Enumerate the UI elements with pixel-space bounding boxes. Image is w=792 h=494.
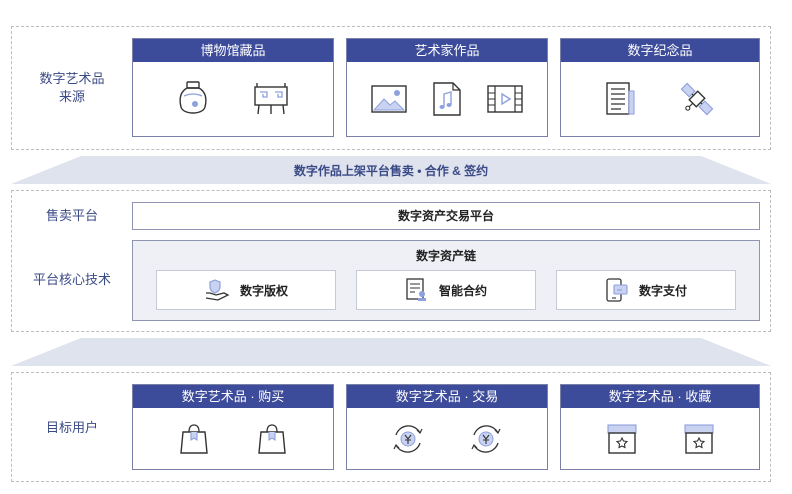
- core-tech-label: 平台核心技术: [32, 272, 111, 287]
- shopping-bag-icon: [258, 423, 286, 454]
- source-card-artist: 艺术家作品: [346, 38, 548, 137]
- platform-section: 售卖平台 平台核心技术 数字资产交易平台 数字资产链 数字版权 智能合约 数字支…: [11, 190, 771, 332]
- collection-box-icon: [606, 423, 637, 454]
- asset-chain-title: 数字资产链: [415, 249, 476, 263]
- yuan-exchange-icon: [393, 424, 423, 453]
- chain-item-label: 数字版权: [239, 283, 288, 298]
- mobile-payment-icon: [606, 278, 628, 302]
- card-title: 博物馆藏品: [133, 39, 333, 62]
- chain-item-contract: 智能合约: [356, 270, 536, 310]
- flow-band-text: 数字作品上架平台售卖 • 合作 & 签约: [293, 164, 489, 178]
- users-card-trade: 数字艺术品 · 交易: [346, 384, 548, 470]
- flow-band-top: 数字作品上架平台售卖 • 合作 & 签约: [11, 156, 771, 184]
- card-title: 数字艺术品 · 购买: [133, 385, 333, 408]
- card-title: 数字艺术品 · 收藏: [561, 385, 759, 408]
- chain-item-payment: 数字支付: [556, 270, 736, 310]
- source-label: 数字艺术品 来源: [39, 71, 105, 104]
- source-section: 数字艺术品 来源 博物馆藏品 艺术家作品 数字纪念品: [11, 26, 771, 150]
- document-icon: [606, 82, 635, 115]
- contract-stamp-icon: [406, 278, 426, 301]
- collection-box-icon: [683, 423, 714, 454]
- chain-item-copyright: 数字版权: [156, 270, 336, 310]
- hand-shield-icon: [205, 279, 230, 301]
- users-section: 目标用户 数字艺术品 · 购买 数字艺术品 · 交易 数字艺术品 · 收藏: [11, 372, 771, 482]
- users-card-buy: 数字艺术品 · 购买: [132, 384, 334, 470]
- source-card-souvenir: 数字纪念品: [560, 38, 760, 137]
- yuan-exchange-icon: [471, 424, 501, 453]
- video-film-icon: [486, 85, 523, 113]
- band-trapezoid: [11, 338, 771, 366]
- porcelain-jar-icon: [178, 81, 207, 114]
- shopping-bag-icon: [180, 423, 208, 454]
- bronze-ding-icon: [253, 83, 288, 115]
- chain-item-label: 数字支付: [638, 283, 687, 298]
- chain-item-label: 智能合约: [438, 283, 487, 298]
- card-title: 数字艺术品 · 交易: [347, 385, 547, 408]
- picture-icon: [371, 85, 408, 113]
- flow-band-bottom: [11, 338, 771, 366]
- sale-platform-label: 售卖平台: [45, 208, 98, 223]
- users-card-collect: 数字艺术品 · 收藏: [560, 384, 760, 470]
- source-card-museum: 博物馆藏品: [132, 38, 334, 137]
- asset-chain-box: 数字资产链 数字版权 智能合约 数字支付: [132, 240, 760, 321]
- trading-platform-bar: 数字资产交易平台: [132, 202, 760, 230]
- card-title: 艺术家作品: [347, 39, 547, 62]
- target-users-label: 目标用户: [45, 420, 98, 435]
- card-title: 数字纪念品: [561, 39, 759, 62]
- music-file-icon: [433, 82, 461, 116]
- satellite-icon: [680, 82, 714, 116]
